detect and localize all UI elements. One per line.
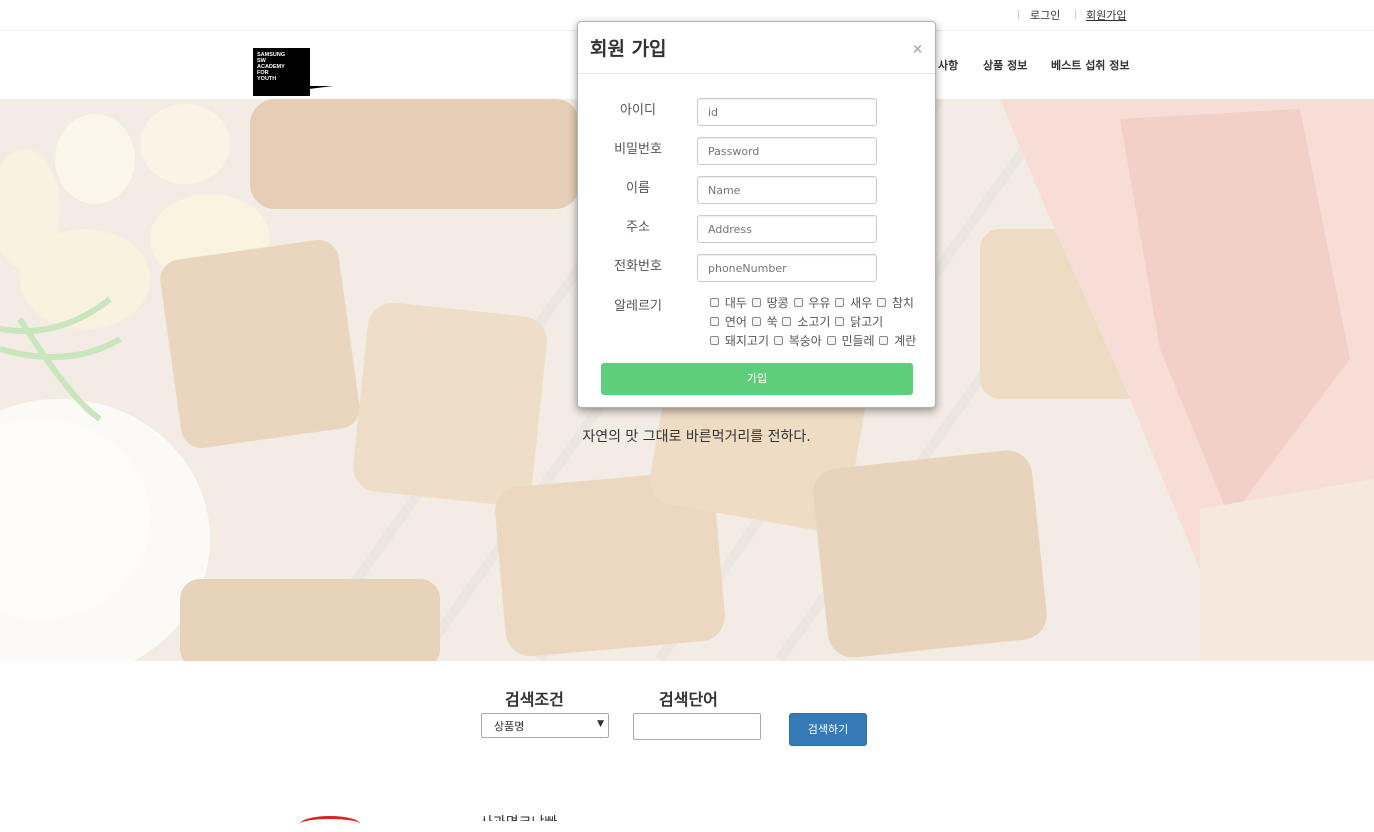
allergy-option-label: 돼지고기 [724,334,769,348]
search-keyword-label: 검색단어 [659,690,718,709]
logo-text: SAMSUNG SW ACADEMY FOR YOUTH [257,52,286,82]
allergy-checkbox[interactable] [782,317,792,326]
allergy-checkbox[interactable] [879,336,889,345]
allergy-checkbox[interactable] [835,298,845,307]
allergy-label: 알레르기 [614,299,662,314]
logo-tail [253,86,333,96]
allergy-option[interactable]: 계란 [878,334,916,348]
allergy-option-label: 민들레 [841,334,875,348]
nav-item-notice[interactable]: 사항 [938,57,958,73]
name-field[interactable] [697,176,877,204]
phone-label: 전화번호 [614,259,662,274]
allergy-option[interactable]: 땅콩 [751,296,789,310]
modal-header: 회원 가입 × [578,22,935,74]
allergy-option[interactable]: 민들레 [826,334,875,348]
hero-tagline: 자연의 맛 그대로 바른먹거리를 전하다. [582,429,811,445]
allergy-option-label: 복숭아 [788,334,822,348]
allergy-option-label: 우유 [808,296,831,310]
search-condition-label: 검색조건 [505,690,564,709]
allergy-checkbox[interactable] [835,317,845,326]
name-label: 이름 [626,181,650,196]
chevron-down-icon: ▼ [597,719,604,729]
allergy-checkbox[interactable] [710,298,719,307]
allergy-checkbox[interactable] [710,317,719,326]
allergy-option[interactable]: 소고기 [781,315,830,329]
allergy-option[interactable]: 새우 [834,296,872,310]
allergy-checkbox[interactable] [773,336,783,345]
allergy-option-label: 대두 [724,296,747,310]
allergy-option[interactable]: 참치 [876,296,914,310]
password-label: 비밀번호 [614,142,662,157]
allergy-option-label: 새우 [850,296,873,310]
close-icon[interactable]: × [912,42,923,57]
address-label: 주소 [626,220,650,235]
allergy-checkbox-group: 대두 땅콩 우유 새우 참치 연어 쑥 소고기 닭고기 돼지고기 복숭아 민들레… [709,294,924,351]
partial-section-title: 사과면크냐빠 [480,812,557,821]
search-keyword-input[interactable] [633,713,761,740]
allergy-checkbox[interactable] [793,298,803,307]
allergy-option[interactable]: 우유 [793,296,831,310]
allergy-checkbox[interactable] [710,336,719,345]
nav-item-products[interactable]: 상품 정보 [983,57,1027,73]
allergy-option-label: 땅콩 [766,296,789,310]
search-condition-select[interactable]: 상품명 ▼ [481,713,609,738]
academy-logo[interactable]: SAMSUNG SW ACADEMY FOR YOUTH [253,48,333,96]
allergy-option[interactable]: 쑥 [751,315,778,329]
allergy-checkbox[interactable] [826,336,836,345]
allergy-option[interactable]: 대두 [709,296,747,310]
allergy-option-label: 참치 [891,296,914,310]
id-field[interactable] [697,98,877,126]
signup-link[interactable]: 회원가입 [1086,7,1126,23]
allergy-option[interactable]: 연어 [709,315,747,329]
allergy-option-label: 계란 [894,334,917,348]
allergy-checkbox[interactable] [751,317,761,326]
partial-logo [300,816,360,832]
allergy-option[interactable]: 돼지고기 [709,334,769,348]
allergy-option-label: 연어 [724,315,747,329]
allergy-option[interactable]: 닭고기 [834,315,883,329]
phone-field[interactable] [697,254,877,282]
modal-title: 회원 가입 [590,38,667,60]
signup-modal: 회원 가입 × 아이디 비밀번호 이름 주소 전화번호 알레르기 대두 땅콩 우… [577,21,936,408]
allergy-option[interactable]: 복숭아 [773,334,822,348]
join-button[interactable]: 가입 [601,363,913,395]
nav-item-best-intake[interactable]: 베스트 섭취 정보 [1051,57,1130,73]
id-label: 아이디 [620,103,656,118]
separator [1075,10,1076,19]
address-field[interactable] [697,215,877,243]
password-field[interactable] [697,137,877,165]
allergy-option-label: 쑥 [766,315,778,329]
allergy-option-label: 닭고기 [850,315,884,329]
separator [1018,10,1019,19]
allergy-option-label: 소고기 [797,315,831,329]
login-link[interactable]: 로그인 [1030,7,1060,23]
search-button[interactable]: 검색하기 [789,713,867,746]
allergy-checkbox[interactable] [751,298,761,307]
search-condition-value: 상품명 [494,720,525,733]
allergy-checkbox[interactable] [877,298,886,307]
